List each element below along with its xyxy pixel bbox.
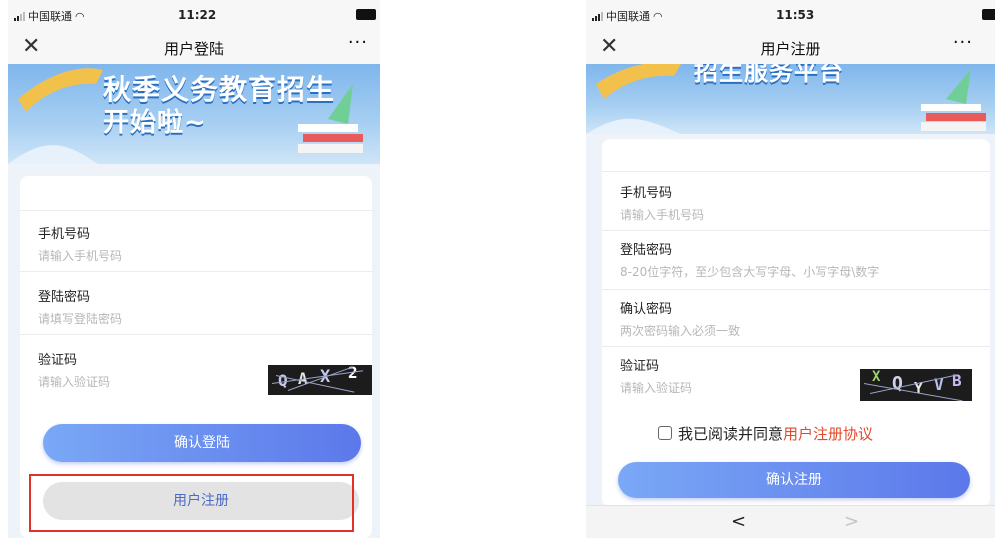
agreement-text: 我已阅读并同意 xyxy=(678,425,784,443)
captcha-label: 验证码 xyxy=(38,353,78,368)
banner-subline: 开始啦~ xyxy=(103,108,207,138)
captcha-field[interactable]: 验证码 请输入验证码 X Q Y V B xyxy=(602,346,990,409)
captcha-input[interactable]: 请输入验证码 xyxy=(620,379,692,396)
login-screen: 中国联通 ◠ 11:22 ✕ 用户登陆 ··· 秋季义务教育招生 开始啦~ 手机… xyxy=(8,0,380,538)
nav-bar: ✕ 用户登陆 ··· xyxy=(8,30,380,64)
phone-input[interactable]: 请输入手机号码 xyxy=(620,206,704,223)
captcha-image[interactable]: Q A X 2 xyxy=(268,365,372,395)
password-label: 登陆密码 xyxy=(38,290,91,305)
password-input[interactable]: 8-20位字符，至少包含大写字母、小写字母\数字 xyxy=(620,263,879,280)
password-input[interactable]: 请填写登陆密码 xyxy=(38,310,122,327)
password-field[interactable]: 登陆密码 8-20位字符，至少包含大写字母、小写字母\数字 xyxy=(602,230,990,289)
phone-label: 手机号码 xyxy=(38,227,91,242)
status-time: 11:53 xyxy=(776,8,815,22)
phone-label: 手机号码 xyxy=(620,186,673,201)
status-time: 11:22 xyxy=(178,8,217,22)
back-arrow-icon[interactable]: < xyxy=(731,511,746,532)
password-label: 登陆密码 xyxy=(620,243,673,258)
status-bar: 中国联通 ◠ 11:22 xyxy=(8,0,380,30)
agreement-row[interactable]: 我已阅读并同意用户注册协议 xyxy=(658,423,873,444)
banner-image: 秋季义务教育招生 开始啦~ xyxy=(8,64,380,164)
forward-arrow-icon[interactable]: > xyxy=(844,511,859,532)
page-title: 用户注册 xyxy=(760,40,821,58)
battery-icon xyxy=(356,9,376,20)
captcha-image[interactable]: X Q Y V B xyxy=(860,369,972,401)
confirm-password-label: 确认密码 xyxy=(620,302,673,317)
more-icon[interactable]: ··· xyxy=(953,32,973,53)
register-screen: 中国联通 ◠ 11:53 ✕ 用户注册 ··· 招生服务平台 手机号码 请输入手… xyxy=(586,0,995,538)
highlight-box xyxy=(29,474,354,532)
captcha-label: 验证码 xyxy=(620,359,660,374)
nav-bar: ✕ 用户注册 ··· xyxy=(586,30,995,64)
captcha-input[interactable]: 请输入验证码 xyxy=(38,373,110,390)
signal-icon xyxy=(14,11,25,21)
phone-field[interactable]: 手机号码 请输入手机号码 xyxy=(20,210,372,271)
signal-icon xyxy=(592,11,603,21)
more-icon[interactable]: ··· xyxy=(348,32,368,53)
page-title: 用户登陆 xyxy=(163,40,224,58)
phone-input[interactable]: 请输入手机号码 xyxy=(38,247,122,264)
confirm-register-button[interactable]: 确认注册 xyxy=(618,462,970,498)
wifi-icon: ◠ xyxy=(75,9,85,23)
password-field[interactable]: 登陆密码 请填写登陆密码 xyxy=(20,271,372,334)
captcha-field[interactable]: 验证码 请输入验证码 Q A X 2 xyxy=(20,334,372,403)
phone-field[interactable]: 手机号码 请输入手机号码 xyxy=(602,171,990,230)
status-bar: 中国联通 ◠ 11:53 xyxy=(586,0,995,30)
carrier-label: 中国联通 xyxy=(606,10,650,23)
agreement-checkbox[interactable] xyxy=(658,426,672,440)
banner-image: 招生服务平台 xyxy=(586,64,995,134)
confirm-password-input[interactable]: 两次密码输入必须一致 xyxy=(620,322,740,339)
agreement-link[interactable]: 用户注册协议 xyxy=(783,425,873,443)
confirm-password-field[interactable]: 确认密码 两次密码输入必须一致 xyxy=(602,289,990,346)
carrier-label: 中国联通 xyxy=(28,10,72,23)
register-form: 手机号码 请输入手机号码 登陆密码 8-20位字符，至少包含大写字母、小写字母\… xyxy=(602,139,990,507)
banner-headline: 招生服务平台 xyxy=(694,64,844,86)
battery-icon xyxy=(982,9,995,20)
browser-toolbar: < > xyxy=(586,505,995,538)
wifi-icon: ◠ xyxy=(653,9,663,23)
confirm-login-button[interactable]: 确认登陆 xyxy=(43,424,361,462)
